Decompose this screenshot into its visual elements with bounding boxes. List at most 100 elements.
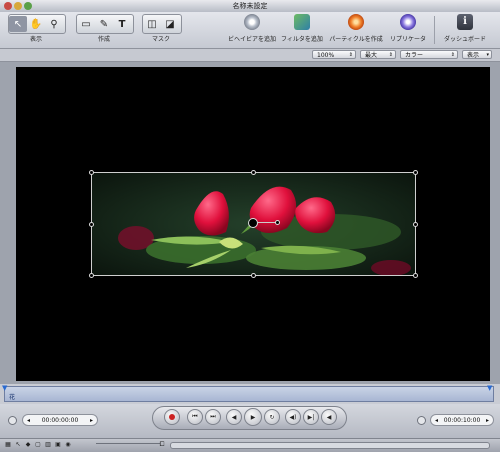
keyframe-icon[interactable]: ◆ [24, 441, 32, 449]
play-reverse-button[interactable]: ◀ [226, 409, 242, 425]
bezier-mask-icon[interactable]: ◪ [161, 16, 179, 32]
dashboard-label: ダッシュボード [443, 36, 486, 43]
status-bar: ▦ ↖ ◆ ▢ ▥ ▣ ◉ ⧠ [0, 438, 500, 452]
record-icon [169, 414, 175, 420]
anchor-point-handle[interactable] [248, 218, 258, 228]
playhead-icon[interactable]: ▼ [2, 384, 7, 392]
record-button[interactable] [164, 409, 180, 425]
transform-handle[interactable] [413, 170, 418, 175]
duration-mode-icon[interactable] [417, 416, 426, 425]
text-tool-icon[interactable]: T [113, 16, 131, 32]
channels-popup[interactable]: カラー ⇕ [400, 50, 458, 59]
step-backward-icon: ◀ [326, 413, 332, 421]
go-to-start-button[interactable]: ⏮ [187, 409, 203, 425]
increment-arrow-icon[interactable]: ▸ [90, 415, 93, 427]
track-label: 花 [9, 394, 16, 401]
quality-popup[interactable]: 最大 ⇕ [360, 50, 396, 59]
main-window: 名称未設定 ↖ ✋ ⚲ 表示 ▭ ✎ T 作成 ◫ ◪ マスク ビヘイビアを追加… [0, 0, 500, 452]
timeline-track-bar[interactable]: 花 [4, 386, 494, 402]
window-title: 名称未設定 [232, 2, 268, 10]
lock-icon[interactable]: ▣ [54, 441, 62, 449]
particles-icon [348, 14, 364, 30]
channels-value: カラー [405, 52, 424, 59]
out-point-icon[interactable]: ▼ [487, 384, 492, 392]
transform-handle[interactable] [413, 222, 418, 227]
decrement-arrow-icon[interactable]: ◂ [27, 415, 30, 427]
loop-icon: ↻ [269, 413, 275, 421]
make-particles-button[interactable]: パーティクルを作成 [328, 14, 384, 43]
transform-handle[interactable] [251, 273, 256, 278]
timecode-mode-icon[interactable] [8, 416, 17, 425]
transform-handle[interactable] [89, 170, 94, 175]
pointer-icon[interactable]: ↖ [14, 441, 22, 449]
chevron-updown-icon: ⇕ [450, 52, 455, 58]
canvas-options-bar: 100% ⇕ 最大 ⇕ カラー ⇕ 表示 ▾ [0, 49, 500, 62]
speaker-icon: ◀) [289, 413, 297, 421]
add-filter-label: フィルタを追加 [281, 36, 323, 43]
transform-handle[interactable] [89, 273, 94, 278]
filter-icon [294, 14, 310, 30]
replicator-label: リプリケータ [389, 36, 426, 43]
chevron-updown-icon: ⇕ [348, 52, 353, 58]
frame-icon[interactable]: ▢ [34, 441, 42, 449]
quality-value: 最大 [365, 52, 378, 59]
dashboard-button[interactable]: i ダッシュボード [440, 14, 490, 43]
current-time-field[interactable]: ◂ 00:00:00:00 ▸ [22, 414, 98, 426]
add-behavior-label: ビヘイビアを追加 [227, 36, 276, 43]
view-tools-label: 表示 [29, 36, 42, 43]
zoom-popup[interactable]: 100% ⇕ [312, 50, 356, 59]
toolbar: ↖ ✋ ⚲ 表示 ▭ ✎ T 作成 ◫ ◪ マスク ビヘイビアを追加 フィルタを… [0, 12, 500, 49]
go-to-start-icon: ⏮ [192, 413, 198, 420]
add-behavior-button[interactable]: ビヘイビアを追加 [226, 14, 278, 43]
view-value: 表示 [467, 52, 480, 59]
transform-handle[interactable] [413, 273, 418, 278]
view-popup[interactable]: 表示 ▾ [462, 50, 492, 59]
view-tools-group: ↖ ✋ ⚲ [8, 14, 66, 34]
replicator-icon [400, 14, 416, 30]
zoom-slider-track[interactable] [96, 443, 160, 449]
play-reverse-icon: ◀ [231, 413, 237, 421]
step-forward-icon: ▶| [307, 413, 315, 421]
mini-timeline: 花 ▼ ▼ [0, 384, 500, 404]
loop-button[interactable]: ↻ [264, 409, 280, 425]
step-forward-button[interactable]: ▶| [303, 409, 319, 425]
play-button[interactable]: ▶ [244, 408, 262, 426]
zoom-magnifier-icon[interactable]: ⚲ [45, 16, 63, 32]
go-to-end-button[interactable]: ⏭ [205, 409, 221, 425]
rectangle-tool-icon[interactable]: ▭ [77, 16, 95, 32]
behavior-gear-icon [244, 14, 260, 30]
duration-field[interactable]: ◂ 00:00:10:00 ▸ [430, 414, 494, 426]
transport-controls: ◂ 00:00:00:00 ▸ ⏮ ⏭ ◀ ▶ ↻ ◀) ▶| ◀ ◂ 00:0… [0, 404, 500, 438]
timing-icon[interactable]: ▥ [44, 441, 52, 449]
audio-button[interactable]: ◀) [285, 409, 301, 425]
bezier-tool-icon[interactable]: ✎ [95, 16, 113, 32]
duration-value: 00:00:10:00 [443, 417, 481, 424]
add-filter-button[interactable]: フィルタを追加 [279, 14, 325, 43]
transform-handle[interactable] [89, 222, 94, 227]
rotation-arm [257, 222, 277, 223]
zoom-in-icon[interactable]: ⧠ [158, 441, 166, 449]
step-backward-button[interactable]: ◀ [321, 409, 337, 425]
play-icon: ▶ [250, 413, 256, 421]
info-icon: i [457, 14, 473, 30]
hand-pan-icon[interactable]: ✋ [27, 16, 45, 32]
zoom-value: 100% [317, 52, 335, 59]
transform-handle[interactable] [251, 170, 256, 175]
current-time-value: 00:00:00:00 [41, 417, 79, 424]
replicator-button[interactable]: リプリケータ [386, 14, 430, 43]
camera-icon[interactable]: ◉ [64, 441, 72, 449]
create-tools-label: 作成 [97, 36, 110, 43]
decrement-arrow-icon[interactable]: ◂ [435, 415, 438, 427]
arrow-select-icon[interactable]: ↖ [9, 16, 27, 32]
timeline-scrubber[interactable] [170, 442, 490, 449]
chevron-updown-icon: ⇕ [388, 52, 393, 58]
mask-tools-group: ◫ ◪ [142, 14, 182, 34]
rotation-handle[interactable] [275, 220, 280, 225]
create-tools-group: ▭ ✎ T [76, 14, 134, 34]
rectangle-mask-icon[interactable]: ◫ [143, 16, 161, 32]
make-particles-label: パーティクルを作成 [329, 36, 383, 43]
increment-arrow-icon[interactable]: ▸ [486, 415, 489, 427]
mask-tools-label: マスク [151, 36, 170, 43]
layers-icon[interactable]: ▦ [4, 441, 12, 449]
chevron-updown-icon: ▾ [486, 52, 489, 58]
